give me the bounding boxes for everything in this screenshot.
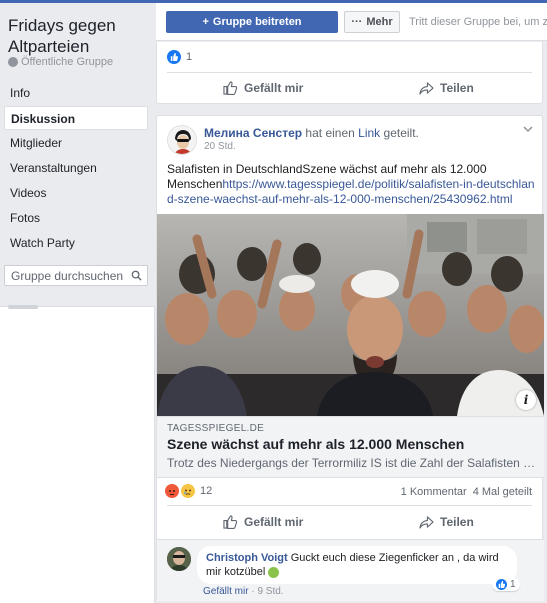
group-nav: Info Diskussion Mitglieder Veranstaltung…: [4, 81, 148, 256]
group-sidebar: Fridays gegen Altparteien Öffentliche Gr…: [0, 3, 155, 603]
nav-item-videos[interactable]: Videos: [4, 181, 148, 205]
post-author-name[interactable]: Мелина Сенстер: [204, 126, 302, 140]
angry-reaction-icon: [165, 484, 179, 498]
post-text: Salafisten in DeutschlandSzene wächst au…: [167, 162, 537, 207]
comment-like-link[interactable]: Gefällt mir: [203, 586, 249, 597]
more-button[interactable]: ··· Mehr: [344, 11, 400, 33]
plus-icon: +: [202, 16, 209, 28]
sidebar-blank-panel: [0, 305, 155, 603]
comment-like-badge[interactable]: 1: [492, 578, 520, 591]
nav-item-diskussion[interactable]: Diskussion: [4, 106, 148, 130]
crowd-photo: [157, 214, 544, 416]
author-avatar[interactable]: [167, 125, 197, 155]
chevron-down-icon[interactable]: [523, 126, 533, 133]
share-count[interactable]: 4 Mal geteilt: [473, 486, 532, 498]
like-reaction-icon: [496, 579, 507, 590]
thumbs-up-icon: [223, 515, 238, 529]
like-reaction-icon: [167, 50, 181, 64]
previous-like-count: 1: [186, 51, 193, 63]
nav-item-watch-party[interactable]: Watch Party: [4, 231, 148, 255]
share-button[interactable]: Teilen: [419, 515, 474, 529]
link-description: Trotz des Niedergangs der Terrormiliz IS…: [167, 456, 537, 470]
like-label: Gefällt mir: [244, 515, 304, 529]
post-action-pre: hat einen: [305, 126, 355, 140]
join-hint: Tritt dieser Gruppe bei, um zu p: [409, 16, 547, 28]
search-placeholder: Gruppe durchsuchen: [11, 269, 124, 283]
comment-count[interactable]: 1 Kommentar: [401, 486, 467, 498]
comment-like-count: 1: [510, 579, 516, 590]
nav-item-info[interactable]: Info: [4, 81, 148, 105]
post-action-post: geteilt.: [383, 126, 419, 140]
nav-item-mitglieder[interactable]: Mitglieder: [4, 131, 148, 155]
post-header: Мелина Сенстер hat einen Link geteilt.: [204, 126, 419, 140]
group-privacy-label: Öffentliche Gruppe: [21, 56, 114, 68]
commenter-avatar[interactable]: [167, 547, 191, 571]
previous-share-label: Teilen: [440, 81, 474, 95]
like-button[interactable]: Gefällt mir: [223, 515, 303, 529]
comments-section: Christoph Voigt Guckt euch diese Ziegenf…: [157, 539, 544, 601]
comment-bubble: Christoph Voigt Guckt euch diese Ziegenf…: [197, 546, 517, 584]
previous-reactions[interactable]: 1: [167, 50, 192, 64]
divider: [167, 505, 532, 506]
info-icon[interactable]: i: [516, 390, 536, 410]
share-icon: [419, 515, 434, 529]
search-icon[interactable]: [131, 270, 142, 281]
previous-share-button[interactable]: Teilen: [419, 81, 474, 95]
join-group-button[interactable]: + Gruppe beitreten: [166, 11, 338, 33]
previous-like-button[interactable]: Gefällt mir: [223, 81, 303, 95]
sad-reaction-icon: [181, 484, 195, 498]
reaction-count: 12: [200, 485, 213, 497]
group-title[interactable]: Fridays gegen Altparteien: [8, 15, 148, 57]
previous-post-card: 1 Gefällt mir Teilen: [156, 42, 543, 104]
divider: [167, 72, 532, 73]
commenter-name[interactable]: Christoph Voigt: [206, 552, 288, 564]
previous-like-label: Gefällt mir: [244, 81, 304, 95]
link-preview-image[interactable]: i: [157, 214, 544, 416]
join-group-label: Gruppe beitreten: [212, 16, 302, 28]
globe-icon: [8, 57, 18, 67]
post-reactions[interactable]: 12: [165, 484, 212, 498]
link-title[interactable]: Szene wächst auf mehr als 12.000 Mensche…: [167, 436, 464, 452]
link-domain: TAGESSPIEGEL.DE: [167, 423, 265, 434]
post-card: Мелина Сенстер hat einen Link geteilt. 2…: [156, 115, 544, 601]
thumbs-up-icon: [223, 81, 238, 95]
post-timestamp[interactable]: 20 Std.: [204, 141, 236, 152]
nav-item-fotos[interactable]: Fotos: [4, 206, 148, 230]
share-icon: [419, 81, 434, 95]
post-url-link[interactable]: https://www.tagesspiegel.de/politik/sala…: [167, 177, 535, 206]
comment-time[interactable]: 9 Std.: [257, 586, 283, 597]
engagement-counts: 1 Kommentar 4 Mal geteilt: [401, 486, 532, 498]
post-action-link[interactable]: Link: [358, 126, 380, 140]
group-action-bar: + Gruppe beitreten ··· Mehr Tritt dieser…: [156, 3, 547, 41]
comment-meta: Gefällt mir · 9 Std.: [203, 586, 284, 597]
more-label: Mehr: [366, 16, 393, 28]
group-search-input[interactable]: Gruppe durchsuchen: [4, 265, 148, 286]
group-privacy: Öffentliche Gruppe: [8, 56, 113, 68]
panel-handle: [8, 305, 38, 309]
share-label: Teilen: [440, 515, 474, 529]
nauseated-emoji-icon: [268, 566, 280, 578]
nav-item-veranstaltungen[interactable]: Veranstaltungen: [4, 156, 148, 180]
link-preview-box[interactable]: TAGESSPIEGEL.DE Szene wächst auf mehr al…: [157, 416, 544, 478]
ellipsis-icon: ···: [351, 16, 363, 28]
